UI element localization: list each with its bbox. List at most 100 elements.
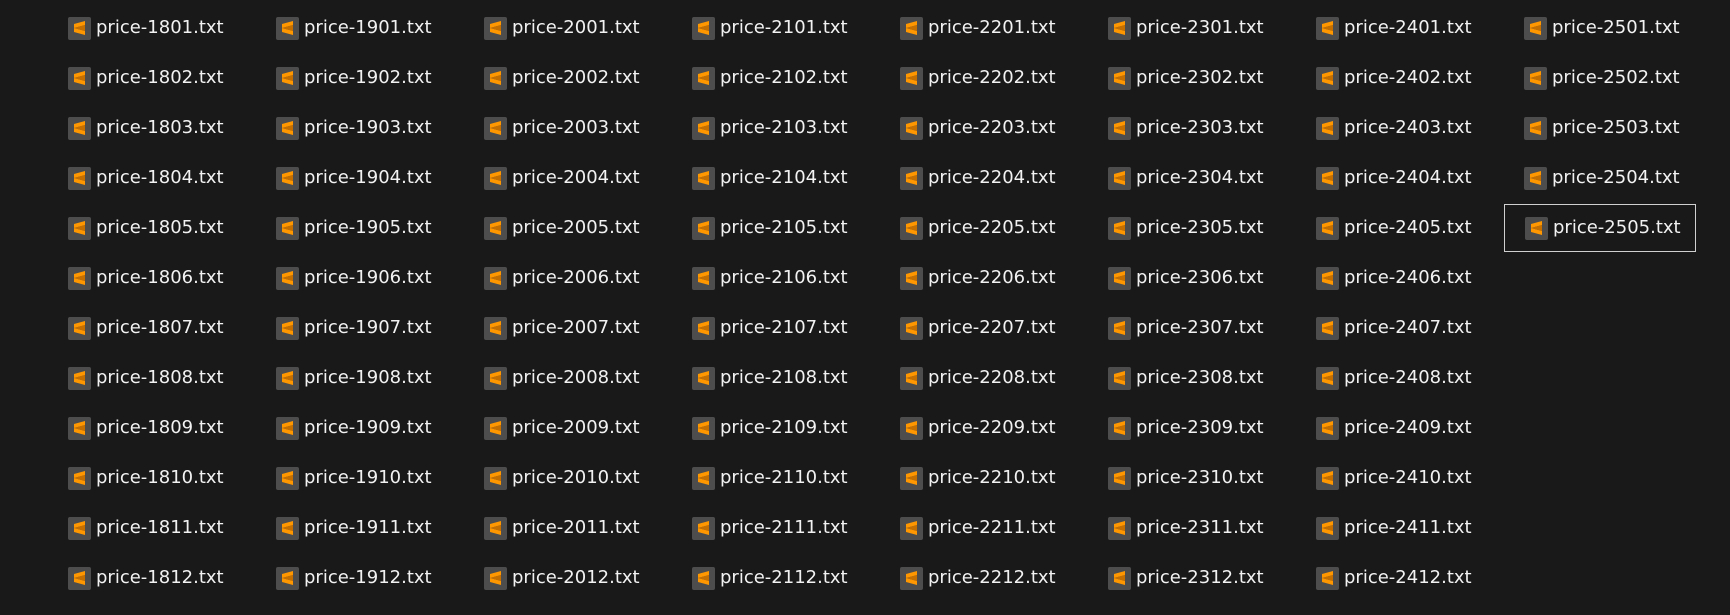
file-item[interactable]: price-1906.txt bbox=[256, 254, 448, 302]
file-item[interactable]: price-2403.txt bbox=[1296, 104, 1488, 152]
file-item[interactable]: price-2205.txt bbox=[880, 204, 1072, 252]
file-item[interactable]: price-2202.txt bbox=[880, 54, 1072, 102]
file-item[interactable]: price-2406.txt bbox=[1296, 254, 1488, 302]
file-item[interactable]: price-2212.txt bbox=[880, 554, 1072, 602]
sublime-text-file-icon bbox=[276, 516, 299, 540]
file-item[interactable]: price-2001.txt bbox=[464, 4, 656, 52]
file-item[interactable]: price-2012.txt bbox=[464, 554, 656, 602]
file-item[interactable]: price-2408.txt bbox=[1296, 354, 1488, 402]
file-item[interactable]: price-1811.txt bbox=[48, 504, 240, 552]
file-item[interactable]: price-2304.txt bbox=[1088, 154, 1280, 202]
file-item[interactable]: price-2503.txt bbox=[1504, 104, 1696, 152]
file-item[interactable]: price-2302.txt bbox=[1088, 54, 1280, 102]
sublime-text-file-icon bbox=[692, 566, 715, 590]
file-item[interactable]: price-1904.txt bbox=[256, 154, 448, 202]
file-item[interactable]: price-2409.txt bbox=[1296, 404, 1488, 452]
file-item[interactable]: price-2201.txt bbox=[880, 4, 1072, 52]
file-item[interactable]: price-2411.txt bbox=[1296, 504, 1488, 552]
file-item[interactable]: price-2309.txt bbox=[1088, 404, 1280, 452]
file-item[interactable]: price-1803.txt bbox=[48, 104, 240, 152]
file-item[interactable]: price-2111.txt bbox=[672, 504, 864, 552]
file-item[interactable]: price-2502.txt bbox=[1504, 54, 1696, 102]
file-item[interactable]: price-2505.txt bbox=[1504, 204, 1696, 252]
sublime-text-file-icon bbox=[276, 466, 299, 490]
sublime-text-file-icon bbox=[692, 516, 715, 540]
file-item[interactable]: price-2102.txt bbox=[672, 54, 864, 102]
file-name: price-2312.txt bbox=[1136, 567, 1264, 588]
file-item[interactable]: price-2002.txt bbox=[464, 54, 656, 102]
file-item[interactable]: price-2009.txt bbox=[464, 404, 656, 452]
file-item[interactable]: price-2003.txt bbox=[464, 104, 656, 152]
file-item[interactable]: price-2305.txt bbox=[1088, 204, 1280, 252]
file-item[interactable]: price-2407.txt bbox=[1296, 304, 1488, 352]
file-item[interactable]: price-1807.txt bbox=[48, 304, 240, 352]
file-item[interactable]: price-2208.txt bbox=[880, 354, 1072, 402]
file-item[interactable]: price-1809.txt bbox=[48, 404, 240, 452]
file-item[interactable]: price-2101.txt bbox=[672, 4, 864, 52]
file-name: price-2505.txt bbox=[1553, 217, 1681, 238]
file-item[interactable]: price-1909.txt bbox=[256, 404, 448, 452]
file-name: price-2309.txt bbox=[1136, 417, 1264, 438]
file-item[interactable]: price-1801.txt bbox=[48, 4, 240, 52]
file-item[interactable]: price-2005.txt bbox=[464, 204, 656, 252]
file-item[interactable]: price-1912.txt bbox=[256, 554, 448, 602]
file-item[interactable]: price-1812.txt bbox=[48, 554, 240, 602]
file-item[interactable]: price-2303.txt bbox=[1088, 104, 1280, 152]
file-item[interactable]: price-2007.txt bbox=[464, 304, 656, 352]
file-item[interactable]: price-2410.txt bbox=[1296, 454, 1488, 502]
file-item[interactable]: price-2106.txt bbox=[672, 254, 864, 302]
file-item[interactable]: price-1907.txt bbox=[256, 304, 448, 352]
file-item[interactable]: price-2107.txt bbox=[672, 304, 864, 352]
file-item[interactable]: price-2203.txt bbox=[880, 104, 1072, 152]
file-item[interactable]: price-2103.txt bbox=[672, 104, 864, 152]
file-item[interactable]: price-2301.txt bbox=[1088, 4, 1280, 52]
file-item[interactable]: price-2204.txt bbox=[880, 154, 1072, 202]
sublime-text-file-icon bbox=[1316, 266, 1339, 290]
file-item[interactable]: price-2105.txt bbox=[672, 204, 864, 252]
file-item[interactable]: price-2504.txt bbox=[1504, 154, 1696, 202]
file-item[interactable]: price-2207.txt bbox=[880, 304, 1072, 352]
file-item[interactable]: price-2211.txt bbox=[880, 504, 1072, 552]
sublime-text-file-icon bbox=[68, 516, 91, 540]
file-item[interactable]: price-2206.txt bbox=[880, 254, 1072, 302]
file-item[interactable]: price-2008.txt bbox=[464, 354, 656, 402]
file-item[interactable]: price-1908.txt bbox=[256, 354, 448, 402]
file-item[interactable]: price-2209.txt bbox=[880, 404, 1072, 452]
file-item[interactable]: price-2306.txt bbox=[1088, 254, 1280, 302]
sublime-text-file-icon bbox=[276, 16, 299, 40]
file-item[interactable]: price-2402.txt bbox=[1296, 54, 1488, 102]
file-item[interactable]: price-1903.txt bbox=[256, 104, 448, 152]
file-item[interactable]: price-2112.txt bbox=[672, 554, 864, 602]
file-item[interactable]: price-1810.txt bbox=[48, 454, 240, 502]
file-item[interactable]: price-1901.txt bbox=[256, 4, 448, 52]
file-item[interactable]: price-2104.txt bbox=[672, 154, 864, 202]
file-item[interactable]: price-2109.txt bbox=[672, 404, 864, 452]
file-item[interactable]: price-2308.txt bbox=[1088, 354, 1280, 402]
file-name: price-2310.txt bbox=[1136, 467, 1264, 488]
file-item[interactable]: price-2110.txt bbox=[672, 454, 864, 502]
file-item[interactable]: price-1902.txt bbox=[256, 54, 448, 102]
file-item[interactable]: price-2010.txt bbox=[464, 454, 656, 502]
file-item[interactable]: price-2405.txt bbox=[1296, 204, 1488, 252]
file-item[interactable]: price-1911.txt bbox=[256, 504, 448, 552]
file-item[interactable]: price-2307.txt bbox=[1088, 304, 1280, 352]
file-item[interactable]: price-1805.txt bbox=[48, 204, 240, 252]
file-item[interactable]: price-1910.txt bbox=[256, 454, 448, 502]
file-item[interactable]: price-2310.txt bbox=[1088, 454, 1280, 502]
file-item[interactable]: price-2311.txt bbox=[1088, 504, 1280, 552]
file-item[interactable]: price-1808.txt bbox=[48, 354, 240, 402]
file-item[interactable]: price-2011.txt bbox=[464, 504, 656, 552]
file-item[interactable]: price-2210.txt bbox=[880, 454, 1072, 502]
file-item[interactable]: price-1806.txt bbox=[48, 254, 240, 302]
file-item[interactable]: price-1905.txt bbox=[256, 204, 448, 252]
file-item[interactable]: price-1804.txt bbox=[48, 154, 240, 202]
file-item[interactable]: price-2401.txt bbox=[1296, 4, 1488, 52]
file-item[interactable]: price-2412.txt bbox=[1296, 554, 1488, 602]
file-item[interactable]: price-2312.txt bbox=[1088, 554, 1280, 602]
file-item[interactable]: price-2006.txt bbox=[464, 254, 656, 302]
file-item[interactable]: price-2004.txt bbox=[464, 154, 656, 202]
file-item[interactable]: price-2501.txt bbox=[1504, 4, 1696, 52]
file-item[interactable]: price-2108.txt bbox=[672, 354, 864, 402]
file-item[interactable]: price-2404.txt bbox=[1296, 154, 1488, 202]
file-item[interactable]: price-1802.txt bbox=[48, 54, 240, 102]
